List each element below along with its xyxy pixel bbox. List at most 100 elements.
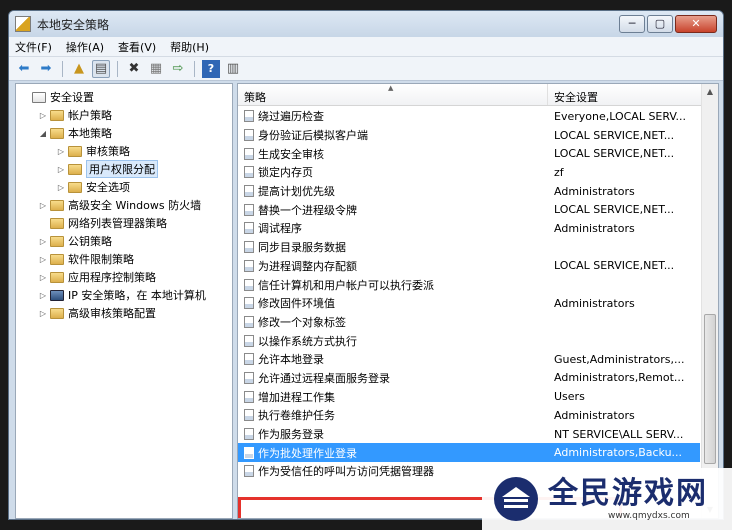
menu-help[interactable]: 帮助(H) <box>170 39 209 55</box>
toolbar: ⬅ ➡ ▲ ▤ ✖ ▦ ⇨ ? ▥ <box>9 57 723 81</box>
policy-name: 提高计划优先级 <box>258 185 335 199</box>
expand-arrow-icon[interactable]: ▷ <box>56 165 66 174</box>
policy-name: 作为受信任的呼叫方访问凭据管理器 <box>258 465 434 479</box>
policy-row[interactable]: 绕过遍历检查 Everyone,LOCAL SERV... <box>238 107 700 126</box>
policy-name: 信任计算机和用户帐户可以执行委派 <box>258 278 434 292</box>
tree-node[interactable]: ▷ 帐户策略 <box>16 106 232 124</box>
watermark: 全民游戏网 www.qmydxs.com <box>482 468 732 530</box>
policy-row[interactable]: 生成安全审核 LOCAL SERVICE,NET... <box>238 144 700 163</box>
policy-icon <box>244 185 254 198</box>
column-header-setting[interactable]: 安全设置 <box>548 84 718 105</box>
delete-icon[interactable]: ✖ <box>125 60 143 78</box>
policy-name: 执行卷维护任务 <box>258 409 335 423</box>
policy-icon <box>244 166 254 179</box>
policy-list-pane[interactable]: ▲ 策略 安全设置 绕过遍历检查 Everyone,LOCAL SERV... 身份… <box>237 83 719 519</box>
window-title: 本地安全策略 <box>37 17 110 32</box>
policy-row[interactable]: 锁定内存页 zf <box>238 163 700 182</box>
policy-name: 允许本地登录 <box>258 353 324 367</box>
expand-arrow-icon[interactable]: ▷ <box>38 237 48 246</box>
show-tree-icon[interactable]: ▤ <box>92 59 110 78</box>
tree-node[interactable]: ▷ 应用程序控制策略 <box>16 268 232 286</box>
policy-setting: LOCAL SERVICE,NET... <box>554 147 675 161</box>
maximize-button[interactable]: ▢ <box>647 15 673 33</box>
close-button[interactable]: ✕ <box>675 15 717 33</box>
policy-row[interactable]: 为进程调整内存配额 LOCAL SERVICE,NET... <box>238 257 700 276</box>
expand-arrow-icon[interactable]: ▷ <box>56 147 66 156</box>
tree-node[interactable]: ▷ 公钥策略 <box>16 232 232 250</box>
policy-row[interactable]: 增加进程工作集 Users <box>238 387 700 406</box>
expand-arrow-icon[interactable]: ▷ <box>56 183 66 192</box>
menu-action[interactable]: 操作(A) <box>66 39 104 55</box>
policy-icon <box>244 353 254 366</box>
expand-arrow-icon[interactable]: ◢ <box>38 129 48 138</box>
forward-icon[interactable]: ➡ <box>37 60 55 78</box>
policy-name: 修改固件环境值 <box>258 297 335 311</box>
tree-node[interactable]: ▷ 用户权限分配 <box>16 160 232 178</box>
properties-icon[interactable]: ▦ <box>147 60 165 78</box>
policy-setting: LOCAL SERVICE,NET... <box>554 203 675 217</box>
policy-icon <box>244 446 254 459</box>
help-icon[interactable]: ? <box>202 59 220 78</box>
menu-view[interactable]: 查看(V) <box>118 39 156 55</box>
policy-row[interactable]: 执行卷维护任务 Administrators <box>238 406 700 425</box>
folder-icon <box>50 109 64 121</box>
expand-arrow-icon[interactable]: ▷ <box>38 273 48 282</box>
policy-row[interactable]: 信任计算机和用户帐户可以执行委派 <box>238 275 700 294</box>
policy-setting: Administrators <box>554 408 635 422</box>
expand-arrow-icon[interactable]: ▷ <box>38 309 48 318</box>
policy-row[interactable]: 调试程序 Administrators <box>238 219 700 238</box>
tree-node[interactable]: ▷ 安全选项 <box>16 178 232 196</box>
computer-icon <box>50 289 64 301</box>
tree-node[interactable]: 安全设置 <box>16 88 232 106</box>
policy-row[interactable]: 允许通过远程桌面服务登录 Administrators,Remot... <box>238 369 700 388</box>
tree-node[interactable]: ▷ 高级审核策略配置 <box>16 304 232 322</box>
expand-arrow-icon[interactable]: ▷ <box>38 201 48 210</box>
policy-name: 作为批处理作业登录 <box>258 446 357 460</box>
tree-node[interactable]: ▷ 软件限制策略 <box>16 250 232 268</box>
policy-row[interactable]: 替换一个进程级令牌 LOCAL SERVICE,NET... <box>238 200 700 219</box>
column-header-policy-label: 策略 <box>244 91 266 104</box>
menu-file[interactable]: 文件(F) <box>15 39 52 55</box>
tree-node[interactable]: ▷ IP 安全策略，在 本地计算机 <box>16 286 232 304</box>
tree-node-label: 软件限制策略 <box>68 253 134 266</box>
scroll-thumb[interactable] <box>704 314 716 464</box>
tree-node[interactable]: 网络列表管理器策略 <box>16 214 232 232</box>
policy-row[interactable]: 作为服务登录 NT SERVICE\ALL SERV... <box>238 425 700 444</box>
vertical-scrollbar[interactable]: ▲ ▼ <box>701 84 718 518</box>
tree-node-label: 帐户策略 <box>68 109 112 122</box>
policy-row[interactable]: 修改固件环境值 Administrators <box>238 294 700 313</box>
policy-icon <box>244 315 254 328</box>
expand-arrow-icon[interactable]: ▷ <box>38 291 48 300</box>
policy-setting: Administrators <box>554 184 635 198</box>
console-tree-icon[interactable]: ▥ <box>224 60 242 78</box>
up-folder-icon[interactable]: ▲ <box>70 60 88 78</box>
policy-row[interactable]: 提高计划优先级 Administrators <box>238 182 700 201</box>
title-bar[interactable]: 本地安全策略 ─ ▢ ✕ <box>9 11 723 37</box>
tree-pane[interactable]: 安全设置 ▷ 帐户策略 ◢ 本地策略 ▷ 审核策略 ▷ 用户权限分配 ▷ 安全选项 ▷ 高级安全 Win… <box>15 83 233 519</box>
column-header-policy[interactable]: ▲ 策略 <box>238 84 548 105</box>
tree-node-label: 网络列表管理器策略 <box>68 217 167 230</box>
expand-arrow-icon[interactable]: ▷ <box>38 111 48 120</box>
policy-icon <box>244 222 254 235</box>
policy-icon <box>244 297 254 310</box>
policy-row[interactable]: 修改一个对象标签 <box>238 313 700 332</box>
minimize-button[interactable]: ─ <box>619 15 645 33</box>
policy-row[interactable]: 身份验证后模拟客户端 LOCAL SERVICE,NET... <box>238 126 700 145</box>
policy-row[interactable]: 允许本地登录 Guest,Administrators,... <box>238 350 700 369</box>
security-settings-icon <box>32 91 46 103</box>
policy-name: 增加进程工作集 <box>258 390 335 404</box>
policy-name: 身份验证后模拟客户端 <box>258 129 368 143</box>
policy-row[interactable]: 以操作系统方式执行 <box>238 331 700 350</box>
back-icon[interactable]: ⬅ <box>15 60 33 78</box>
tree-node[interactable]: ◢ 本地策略 <box>16 124 232 142</box>
scroll-up-icon[interactable]: ▲ <box>702 84 718 100</box>
folder-icon <box>50 271 64 283</box>
policy-row[interactable]: 同步目录服务数据 <box>238 238 700 257</box>
policy-icon <box>244 334 254 347</box>
tree-node-label: 高级审核策略配置 <box>68 307 156 320</box>
tree-node[interactable]: ▷ 审核策略 <box>16 142 232 160</box>
expand-arrow-icon[interactable]: ▷ <box>38 255 48 264</box>
export-icon[interactable]: ⇨ <box>169 60 187 78</box>
policy-row[interactable]: 作为批处理作业登录 Administrators,Backu... <box>238 443 700 463</box>
tree-node[interactable]: ▷ 高级安全 Windows 防火墙 <box>16 196 232 214</box>
